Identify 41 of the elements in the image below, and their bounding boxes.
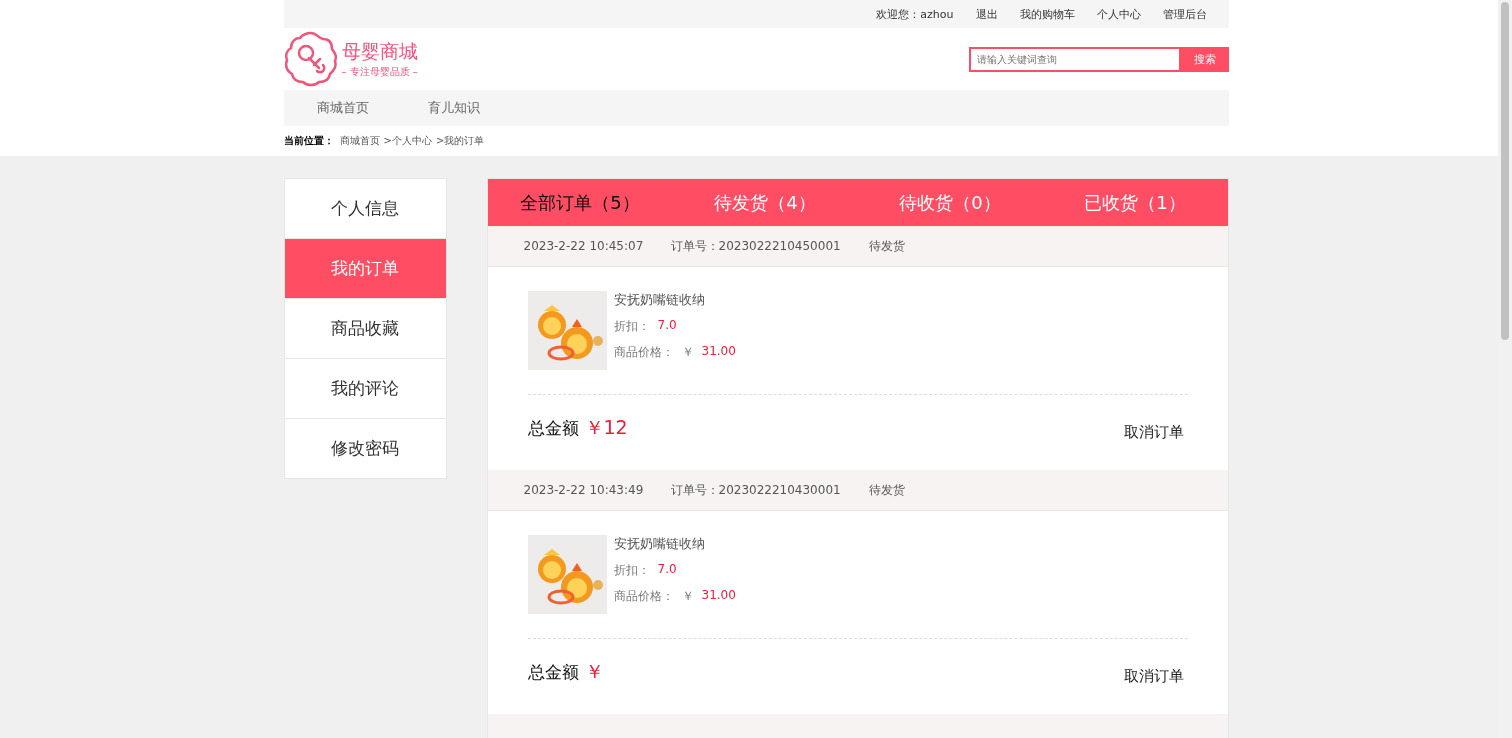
total-amount: ￥ (584, 658, 604, 684)
order-tab[interactable]: 全部订单（5） (487, 179, 673, 226)
breadcrumb-label: 当前位置： (283, 134, 334, 148)
cancel-order-link[interactable]: 取消订单 (1123, 423, 1184, 442)
order-time: 2023-2-22 10:43:49 (523, 483, 645, 497)
search-field[interactable]: 请输入关键词查询 (968, 46, 1181, 72)
price-label: 商品价格： (613, 344, 674, 361)
product-name[interactable]: 安抚奶嘴链收纳 (613, 535, 736, 553)
total-label: 总金额 (527, 660, 579, 684)
breadcrumb-link[interactable]: >我的订单 (435, 134, 485, 148)
price-value: 31.00 (701, 588, 736, 604)
breadcrumb-link[interactable]: >个人中心 (383, 134, 432, 148)
discount-label: 折扣： (613, 562, 650, 579)
breadcrumb-link[interactable]: 商城首页 (339, 134, 380, 148)
order-status: 待发货 (868, 481, 905, 499)
order-status: 待发货 (868, 237, 905, 255)
order-time: 2023-2-22 10:45:07 (523, 239, 645, 253)
currency-sign: ￥ (681, 344, 694, 361)
total-label: 总金额 (527, 416, 579, 440)
welcome-text: 欢迎您：azhou (876, 6, 954, 22)
price-value: 31.00 (701, 344, 736, 360)
order-number: 订单号：2023022210430001 (670, 481, 842, 499)
logo-slogan: – 专注母婴品质 – (341, 65, 418, 79)
top-link[interactable]: 我的购物车 (1019, 6, 1075, 22)
cancel-order-link[interactable]: 取消订单 (1123, 667, 1184, 686)
nav-link[interactable]: 商城首页 (316, 99, 369, 117)
total-amount: ￥12 (584, 414, 628, 440)
discount-value: 7.0 (657, 318, 677, 334)
logo-icon (283, 31, 338, 87)
discount-label: 折扣： (613, 318, 650, 335)
order-number: 订单号：2023022210450001 (670, 237, 842, 255)
scrollbar-thumb[interactable] (1501, 2, 1509, 340)
nav-link[interactable]: 育儿知识 (427, 99, 480, 117)
top-link[interactable]: 退出 (975, 6, 998, 22)
discount-value: 7.0 (657, 562, 677, 578)
top-link[interactable]: 个人中心 (1096, 6, 1141, 22)
product-name[interactable]: 安抚奶嘴链收纳 (613, 291, 736, 309)
price-label: 商品价格： (613, 588, 674, 605)
top-link[interactable]: 管理后台 (1162, 6, 1207, 22)
logo-title: 母婴商城 (341, 39, 418, 64)
currency-sign: ￥ (681, 588, 694, 605)
